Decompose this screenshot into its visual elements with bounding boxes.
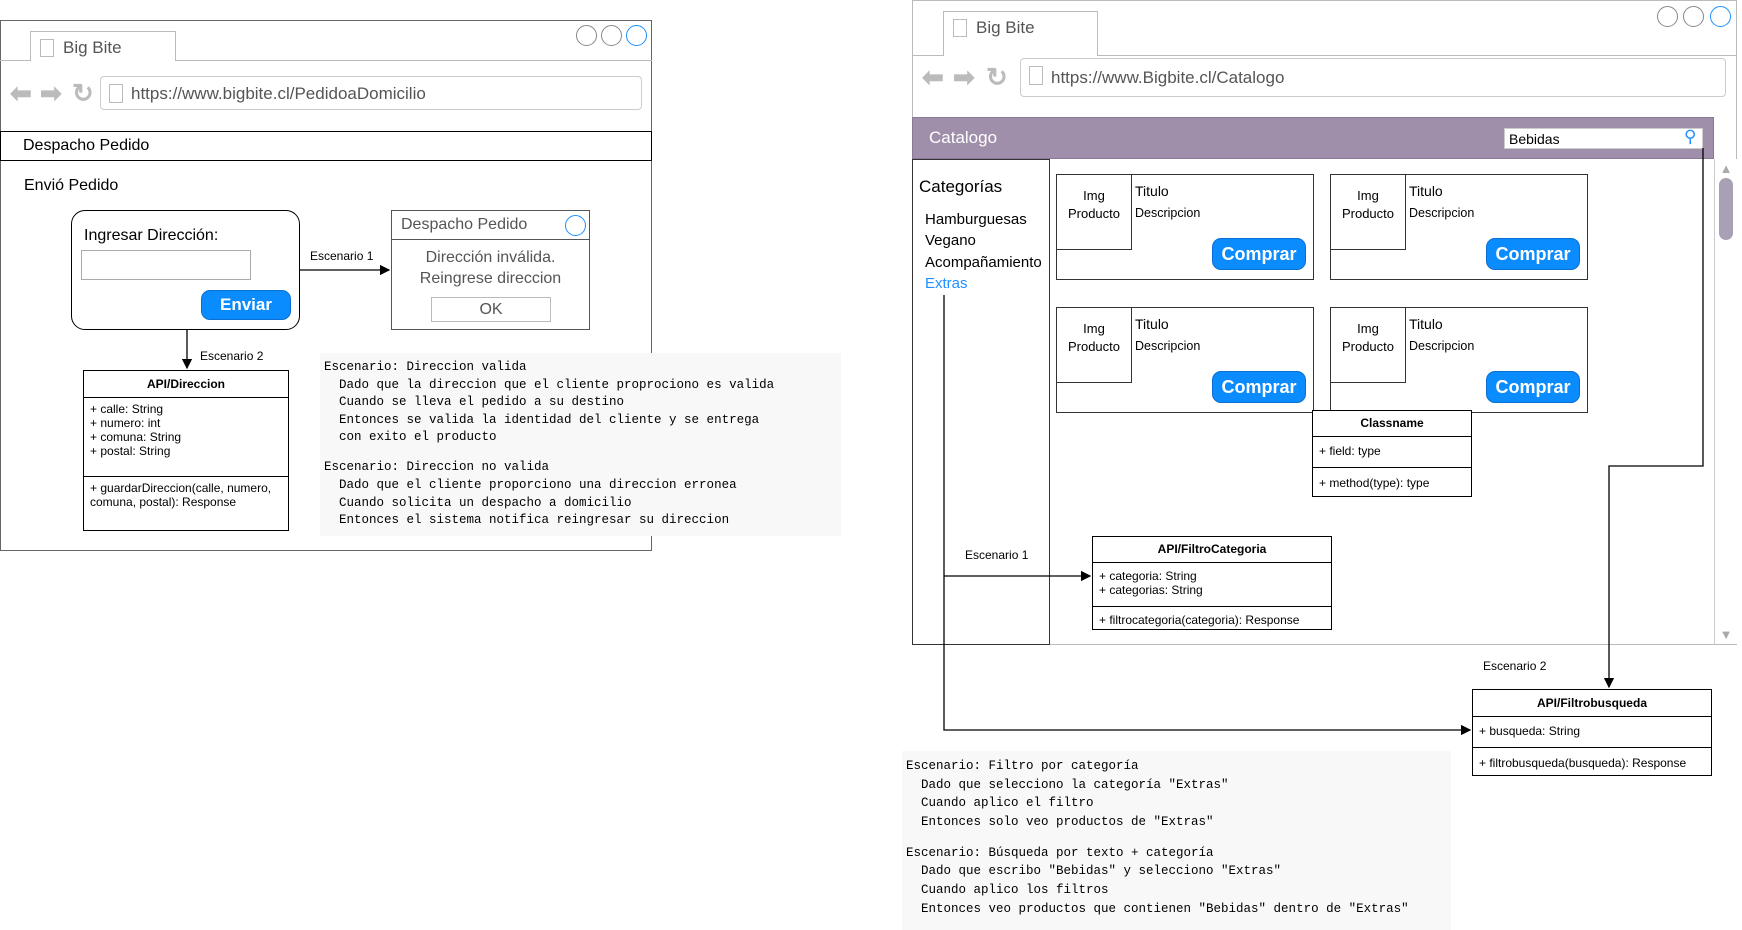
connector-lines (181, 148, 1704, 736)
arrow-search-to-busqueda (1603, 148, 1704, 689)
arrow-extras-to-busqueda (943, 295, 1472, 736)
